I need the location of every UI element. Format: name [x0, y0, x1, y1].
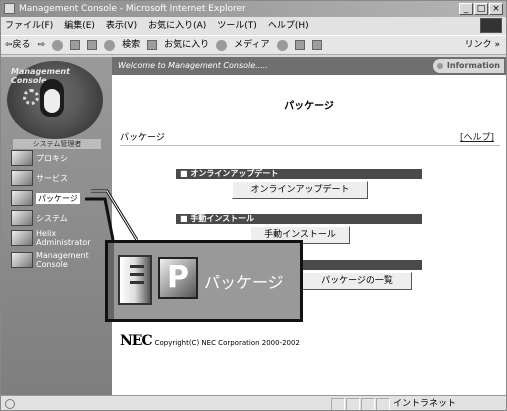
- security-zone: イントラネット: [393, 399, 457, 409]
- sidebar-item-label: パッケージ: [36, 192, 80, 204]
- menu-tools[interactable]: ツール(T): [217, 17, 257, 35]
- console-icon: [11, 252, 33, 268]
- menu-favorites[interactable]: お気に入り(A): [148, 17, 206, 35]
- system-admin-label: システム管理者: [13, 139, 101, 149]
- close-button[interactable]: ×: [489, 3, 503, 15]
- sidebar-item-system[interactable]: システム: [11, 209, 68, 227]
- callout-label: パッケージ: [204, 273, 284, 292]
- sidebar: Management Console システム管理者 プロキシ サービス パッケ…: [1, 57, 112, 395]
- window-title: Management Console - Microsoft Internet …: [19, 4, 246, 14]
- sidebar-item-management-console[interactable]: Management Console: [11, 251, 89, 269]
- gear-icon: [23, 89, 39, 105]
- proxy-icon: [11, 150, 33, 166]
- copyright: Copyright(C) NEC Corporation 2000-2002: [154, 339, 300, 347]
- package-icon: [11, 190, 33, 206]
- sidebar-item-label: Management Console: [36, 251, 89, 269]
- forward-button[interactable]: ⇨: [38, 36, 46, 54]
- search-icon: [104, 39, 116, 51]
- sidebar-item-label: プロキシ: [36, 153, 68, 163]
- stop-icon[interactable]: [52, 39, 64, 51]
- package-list-button[interactable]: パッケージの一覧: [302, 272, 412, 290]
- online-update-button[interactable]: オンラインアップデート: [232, 181, 368, 199]
- ie-status-icon: [5, 399, 15, 409]
- service-icon: [11, 170, 33, 186]
- management-console-logo: Management Console: [7, 61, 103, 139]
- information-button[interactable]: Information: [432, 59, 504, 73]
- home-icon[interactable]: [87, 40, 98, 50]
- nec-logo: NEC: [120, 333, 153, 349]
- media-icon: [216, 39, 228, 51]
- system-icon: [11, 210, 33, 226]
- maximize-button[interactable]: □: [474, 3, 488, 15]
- windows-logo-icon: [480, 18, 502, 33]
- package-callout-zoom: P パッケージ: [105, 240, 303, 322]
- menu-bar: ファイル(F) 編集(E) 表示(V) お気に入り(A) ツール(T) ヘルプ(…: [1, 17, 506, 35]
- divider: [120, 145, 500, 146]
- ie-app-icon: [4, 3, 15, 14]
- title-bar: Management Console - Microsoft Internet …: [1, 1, 506, 17]
- content-header: Welcome to Management Console..... Infor…: [112, 57, 506, 75]
- search-button[interactable]: 検索: [122, 36, 140, 54]
- history-icon[interactable]: [276, 39, 288, 51]
- back-button[interactable]: ⇦戻る: [5, 36, 31, 54]
- breadcrumb: パッケージ: [120, 133, 165, 143]
- refresh-icon[interactable]: [70, 40, 81, 50]
- menu-help[interactable]: ヘルプ(H): [268, 17, 309, 35]
- links-button[interactable]: リンク »: [465, 36, 500, 54]
- print-icon[interactable]: [311, 40, 322, 50]
- sidebar-item-proxy[interactable]: プロキシ: [11, 149, 68, 167]
- sidebar-item-helix-administrator[interactable]: Helix Administrator: [11, 229, 91, 247]
- welcome-text: Welcome to Management Console.....: [118, 61, 268, 70]
- sidebar-item-package[interactable]: パッケージ: [11, 189, 80, 207]
- toolbar: ⇦戻る ⇨ 検索 お気に入り メディア リンク »: [1, 35, 506, 55]
- favorites-icon: [147, 40, 158, 50]
- sidebar-item-label: システム: [36, 213, 68, 223]
- sidebar-item-label: Helix Administrator: [36, 229, 91, 247]
- sidebar-item-service[interactable]: サービス: [11, 169, 68, 187]
- mail-icon[interactable]: [294, 40, 305, 50]
- helix-icon: [11, 230, 33, 246]
- section-heading-manual-install: ■ 手動インストール: [176, 214, 422, 224]
- browser-window: Management Console - Microsoft Internet …: [0, 0, 507, 411]
- sidebar-item-label: サービス: [36, 173, 68, 183]
- minimize-button[interactable]: _: [459, 3, 473, 15]
- menu-edit[interactable]: 編集(E): [64, 17, 95, 35]
- main-content: パッケージ パッケージ [ヘルプ] ■ オンラインアップデート オンラインアップ…: [112, 75, 506, 395]
- favorites-button[interactable]: お気に入り: [164, 36, 209, 54]
- package-p-icon: P: [158, 257, 198, 299]
- menu-file[interactable]: ファイル(F): [5, 17, 53, 35]
- footer: NEC Copyright(C) NEC Corporation 2000-20…: [120, 333, 300, 349]
- help-link[interactable]: [ヘルプ]: [460, 130, 494, 143]
- media-button[interactable]: メディア: [234, 36, 269, 54]
- package-books-icon: [118, 255, 152, 305]
- menu-view[interactable]: 表示(V): [106, 17, 137, 35]
- status-bar: イントラネット: [1, 395, 506, 410]
- section-heading-online-update: ■ オンラインアップデート: [176, 169, 422, 179]
- page-title: パッケージ: [284, 101, 334, 112]
